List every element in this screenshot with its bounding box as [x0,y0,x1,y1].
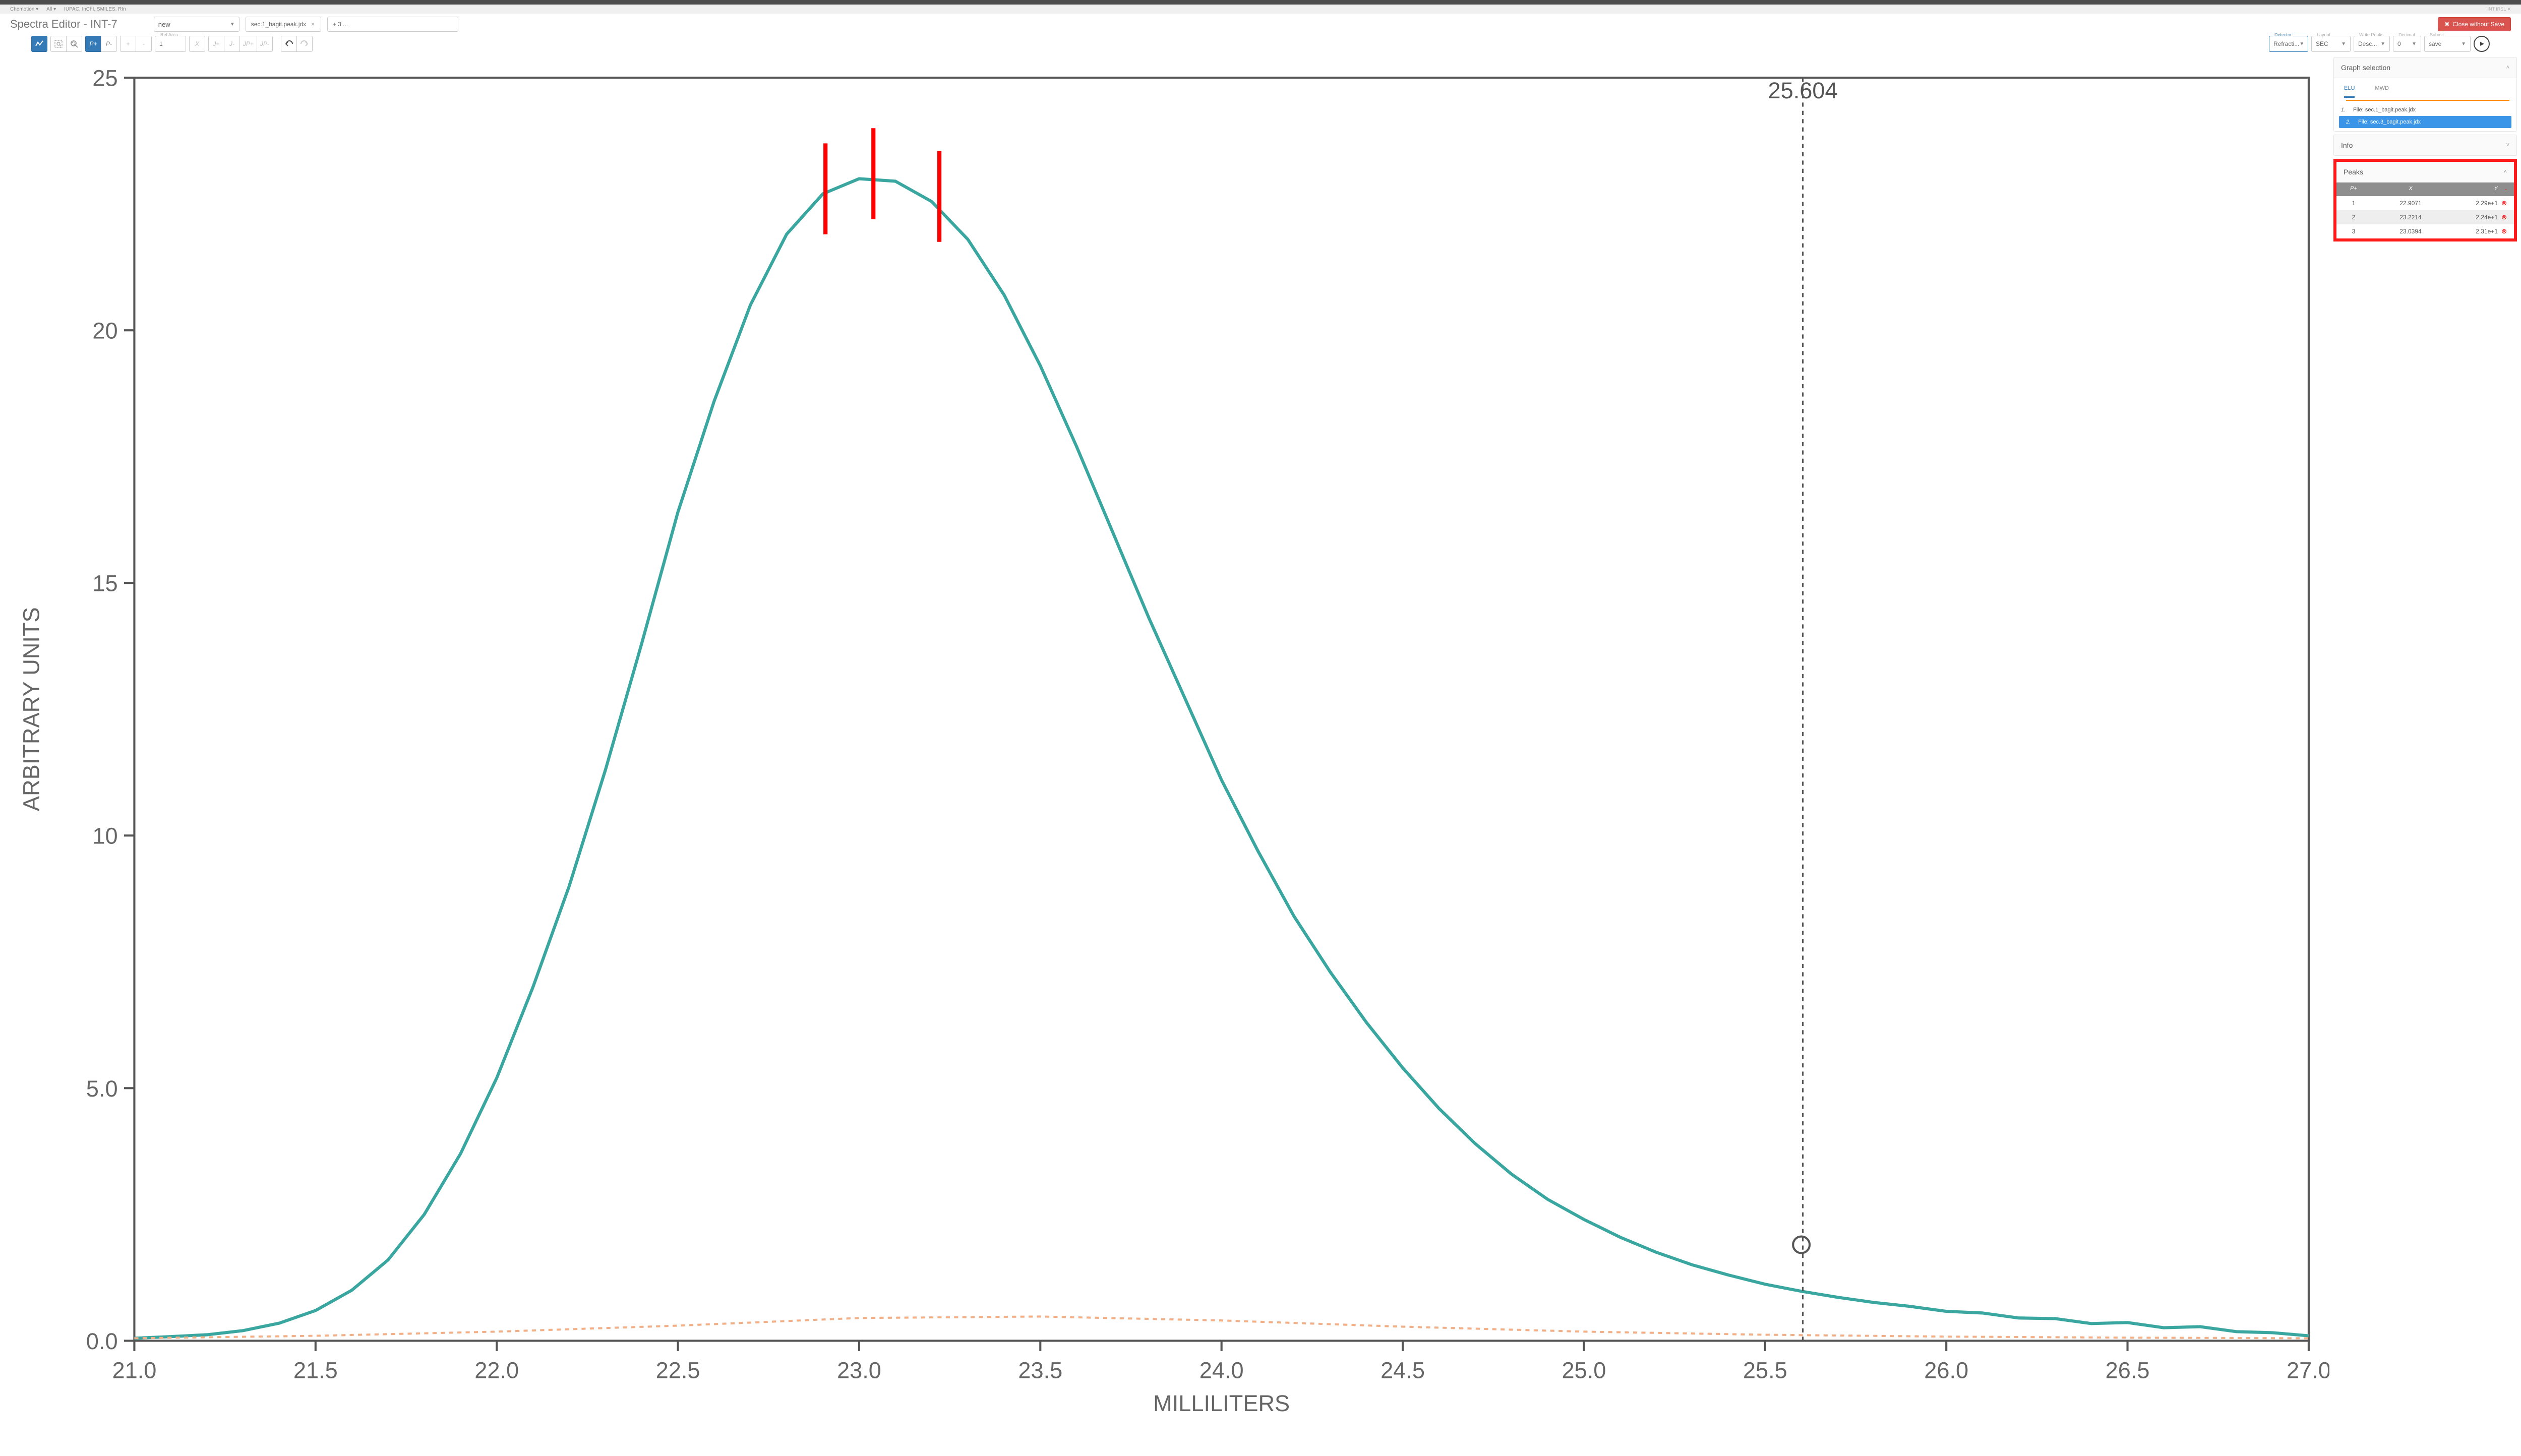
svg-text:27.0: 27.0 [2287,1357,2329,1383]
x-button[interactable]: X [189,36,205,52]
layout-select[interactable]: Layout SEC ▼ [2311,36,2351,52]
graph-selection-panel: Graph selection ˄ ELU MWD 1. File: sec.1… [2333,57,2517,132]
peak-remove-button[interactable]: P- [101,36,117,52]
open-file-tab[interactable]: sec.1_bagit.peak.jdx × [246,17,321,32]
redo-button[interactable] [296,36,313,52]
zoom-reset-button[interactable] [66,36,82,52]
minus-button[interactable]: - [136,36,152,52]
jpplus-button[interactable]: JP+ [239,36,257,52]
graph-selection-header[interactable]: Graph selection ˄ [2334,57,2516,78]
nav-app[interactable]: Chemotion ▾ [10,7,38,12]
close-icon: ✖ [2444,21,2449,28]
peaks-table-header: P+ X Y - [2336,183,2514,196]
chevron-down-icon: ▼ [2412,41,2417,47]
peak-x: 22.9071 [2364,200,2457,207]
ref-area-field[interactable]: Ref Area 1 [155,36,186,52]
tab-elu[interactable]: ELU [2344,85,2355,98]
svg-text:26.0: 26.0 [1924,1357,1968,1383]
peaks-header[interactable]: Peaks ˄ [2336,162,2514,182]
decimal-select[interactable]: Decimal 0 ▼ [2393,36,2421,52]
svg-text:25.604: 25.604 [1768,78,1837,103]
svg-text:22.5: 22.5 [656,1357,700,1383]
detector-select[interactable]: Detector Refracti... ▼ [2269,36,2308,52]
peaks-row[interactable]: 223.22142.24e+1⊗ [2336,210,2514,224]
peak-y: 2.29e+1 [2457,200,2498,207]
peaks-panel: Peaks ˄ P+ X Y - 122.90712.29e+1⊗223.221… [2336,162,2514,238]
jpminus-button[interactable]: JP- [257,36,273,52]
svg-text:22.0: 22.0 [474,1357,519,1383]
chevron-down-icon: ▼ [2380,41,2385,47]
chevron-down-icon: ▼ [2461,41,2466,47]
page-title: Spectra Editor - INT-7 [10,18,117,31]
svg-text:15: 15 [92,571,117,596]
close-without-save-button[interactable]: ✖ Close without Save [2438,17,2511,31]
chevron-down-icon: ▼ [230,22,235,27]
svg-text:0.0: 0.0 [86,1328,118,1354]
chevron-down-icon: ▼ [2341,41,2346,47]
file-item-2[interactable]: 2. File: sec.3_bagit.peak.jdx [2339,116,2511,128]
peak-index: 2 [2344,214,2364,221]
peak-add-button[interactable]: P+ [85,36,101,52]
mode-select[interactable]: new ▼ [154,17,239,32]
delete-peak-icon[interactable]: ⊗ [2498,213,2507,221]
delete-peak-icon[interactable]: ⊗ [2498,199,2507,207]
peaks-row[interactable]: 323.03942.31e+1⊗ [2336,224,2514,238]
peak-x: 23.2214 [2364,214,2457,221]
undo-button[interactable] [281,36,297,52]
peak-y: 2.24e+1 [2457,214,2498,221]
peaks-highlight-annotation: Peaks ˄ P+ X Y - 122.90712.29e+1⊗223.221… [2333,159,2517,241]
tool-line-button[interactable] [31,36,47,52]
submit-run-button[interactable] [2474,36,2490,52]
svg-text:25.0: 25.0 [1562,1357,1606,1383]
svg-text:10: 10 [92,823,117,849]
spectrum-chart[interactable]: 0.0 5.0 10 15 20 25 21.0 21.5 22.0 22.5 23.0 23.5 24… [10,57,2329,1424]
svg-text:5.0: 5.0 [86,1076,118,1102]
nav-search-hint[interactable]: IUPAC, InChI, SMILES, RIn [64,7,126,12]
jplus-button[interactable]: J+ [208,36,224,52]
svg-text:21.5: 21.5 [293,1357,338,1383]
svg-text:23.0: 23.0 [837,1357,881,1383]
svg-text:20: 20 [92,318,117,344]
tab-mwd[interactable]: MWD [2375,85,2389,98]
svg-text:MILLILITERS: MILLILITERS [1153,1390,1290,1416]
svg-text:25: 25 [92,65,117,91]
svg-text:24.5: 24.5 [1380,1357,1425,1383]
zoom-area-button[interactable] [50,36,67,52]
browser-chrome: Chemotion ▾ All ▾ IUPAC, InChI, SMILES, … [0,5,2521,14]
peaks-row[interactable]: 122.90712.29e+1⊗ [2336,196,2514,210]
file-item-1[interactable]: 1. File: sec.1_bagit.peak.jdx [2334,104,2516,116]
submit-select[interactable]: Submit save ▼ [2424,36,2471,52]
chevron-down-icon: ▼ [2299,41,2304,47]
info-header[interactable]: Info ˅ [2334,135,2516,155]
close-icon[interactable]: × [311,21,315,28]
svg-text:21.0: 21.0 [112,1357,156,1383]
peak-x: 23.0394 [2364,228,2457,235]
svg-text:23.5: 23.5 [1018,1357,1062,1383]
svg-text:24.0: 24.0 [1199,1357,1244,1383]
jminus-button[interactable]: J- [224,36,240,52]
delete-peak-icon[interactable]: ⊗ [2498,227,2507,235]
peak-index: 1 [2344,200,2364,207]
svg-text:26.5: 26.5 [2106,1357,2150,1383]
chevron-up-icon: ˄ [2506,65,2509,71]
info-panel: Info ˅ [2333,135,2517,156]
peak-y: 2.31e+1 [2457,228,2498,235]
svg-text:25.5: 25.5 [1743,1357,1787,1383]
svg-text:ARBITRARY UNITS: ARBITRARY UNITS [19,607,44,811]
chevron-up-icon: ˄ [2504,169,2507,175]
peak-index: 3 [2344,228,2364,235]
chevron-down-icon: ˅ [2506,142,2509,148]
plus-button[interactable]: + [120,36,136,52]
nav-filter[interactable]: All ▾ [46,7,56,12]
more-files-tab[interactable]: + 3 ... [327,17,458,32]
orange-divider [2346,100,2509,101]
write-peaks-select[interactable]: Write Peaks Desc... ▼ [2354,36,2390,52]
